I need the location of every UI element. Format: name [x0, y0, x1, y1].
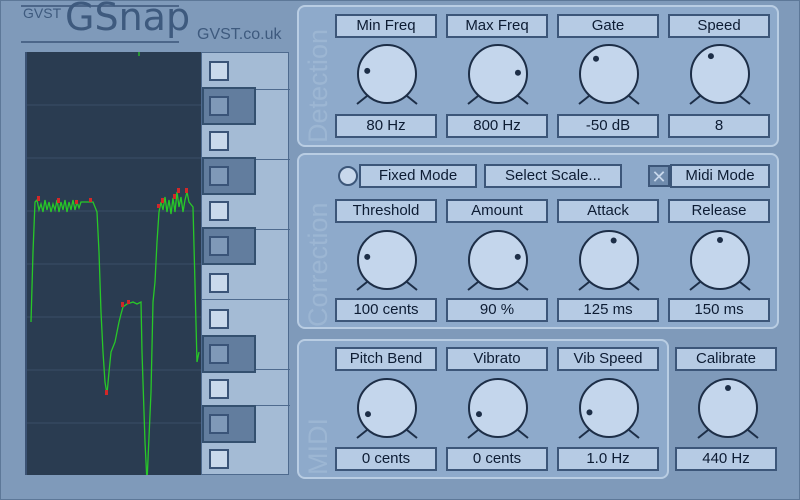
detection-title: Detection	[303, 28, 333, 143]
knob-indicator	[514, 69, 521, 76]
attack-knob[interactable]	[577, 229, 641, 293]
knob-indicator	[593, 55, 600, 62]
knob-body[interactable]	[468, 378, 528, 438]
speed-label: Speed	[668, 14, 770, 38]
key-toggle[interactable]	[209, 449, 229, 469]
knob-indicator	[725, 385, 731, 391]
knob-body[interactable]	[357, 230, 417, 290]
knob-indicator	[364, 411, 371, 418]
pitch-bend-label: Pitch Bend	[335, 347, 437, 371]
pitch-bend-value: 0 cents	[335, 447, 437, 471]
knob-indicator	[610, 237, 617, 244]
knob-body[interactable]	[357, 44, 417, 104]
key-toggle[interactable]	[202, 335, 256, 373]
gsnap-plugin-window: GVST GSnap GVST.co.uk Detection Correcti…	[0, 0, 800, 500]
threshold-value: 100 cents	[335, 298, 437, 322]
speed-value: 8	[668, 114, 770, 138]
knob-body[interactable]	[357, 378, 417, 438]
calibrate-value: 440 Hz	[675, 447, 777, 471]
vibrato-label: Vibrato	[446, 347, 548, 371]
correction-title: Correction	[303, 202, 333, 327]
gate-knob[interactable]	[577, 43, 641, 107]
vib-speed-knob[interactable]	[577, 377, 641, 441]
key-toggle[interactable]	[209, 273, 229, 293]
threshold-knob[interactable]	[355, 229, 419, 293]
fixed-mode-label[interactable]: Fixed Mode	[359, 164, 477, 188]
pitch-trace-line-2	[146, 191, 200, 475]
min-freq-knob[interactable]	[355, 43, 419, 107]
knob-indicator	[475, 411, 482, 418]
logo-name: GSnap	[65, 0, 191, 39]
key-toggle[interactable]	[209, 379, 229, 399]
knob-body[interactable]	[579, 230, 639, 290]
key-toggle[interactable]	[209, 309, 229, 329]
pitch-trace-graph	[27, 52, 201, 475]
release-label: Release	[668, 199, 770, 223]
min-freq-label: Min Freq	[335, 14, 437, 38]
midi-title: MIDI	[303, 418, 333, 475]
logo-prefix: GVST	[23, 5, 62, 21]
knob-indicator	[717, 237, 723, 243]
logo-bottom-rule	[21, 41, 179, 43]
knob-indicator	[364, 253, 371, 260]
pitch-scope	[25, 52, 201, 475]
pitch-bend-knob[interactable]	[355, 377, 419, 441]
scale-keyboard	[201, 52, 290, 475]
gate-value: -50 dB	[557, 114, 659, 138]
knob-body[interactable]	[468, 230, 528, 290]
pitch-peaks	[37, 188, 188, 395]
amount-knob[interactable]	[466, 229, 530, 293]
attack-label: Attack	[557, 199, 659, 223]
knob-body[interactable]	[690, 44, 750, 104]
key-toggle[interactable]	[209, 201, 229, 221]
fixed-mode-toggle[interactable]	[338, 166, 358, 186]
key-toggle[interactable]	[209, 131, 229, 151]
key-toggle[interactable]	[202, 227, 256, 265]
vibrato-value: 0 cents	[446, 447, 548, 471]
vibrato-knob[interactable]	[466, 377, 530, 441]
calibrate-knob[interactable]	[696, 377, 760, 441]
amount-label: Amount	[446, 199, 548, 223]
midi-mode-label[interactable]: Midi Mode	[670, 164, 770, 188]
select-scale-button[interactable]: Select Scale...	[484, 164, 622, 188]
release-knob[interactable]	[688, 229, 752, 293]
key-toggle[interactable]	[202, 87, 256, 125]
amount-value: 90 %	[446, 298, 548, 322]
key-toggle[interactable]	[202, 405, 256, 443]
midi-mode-checkbox[interactable]: ✕	[648, 165, 670, 187]
knob-indicator	[514, 253, 521, 260]
max-freq-value: 800 Hz	[446, 114, 548, 138]
max-freq-knob[interactable]	[466, 43, 530, 107]
speed-knob[interactable]	[688, 43, 752, 107]
gate-label: Gate	[557, 14, 659, 38]
website-link[interactable]: GVST.co.uk	[197, 26, 281, 44]
vib-speed-value: 1.0 Hz	[557, 447, 659, 471]
pitch-trace-line	[30, 198, 148, 475]
key-toggle[interactable]	[209, 61, 229, 81]
knob-body[interactable]	[579, 44, 639, 104]
calibrate-label: Calibrate	[675, 347, 777, 371]
min-freq-value: 80 Hz	[335, 114, 437, 138]
knob-body[interactable]	[579, 378, 639, 438]
key-toggle[interactable]	[202, 157, 256, 195]
knob-indicator	[364, 67, 371, 74]
release-value: 150 ms	[668, 298, 770, 322]
vib-speed-label: Vib Speed	[557, 347, 659, 371]
attack-value: 125 ms	[557, 298, 659, 322]
threshold-label: Threshold	[335, 199, 437, 223]
knob-indicator	[707, 53, 714, 60]
max-freq-label: Max Freq	[446, 14, 548, 38]
knob-indicator	[586, 409, 593, 416]
